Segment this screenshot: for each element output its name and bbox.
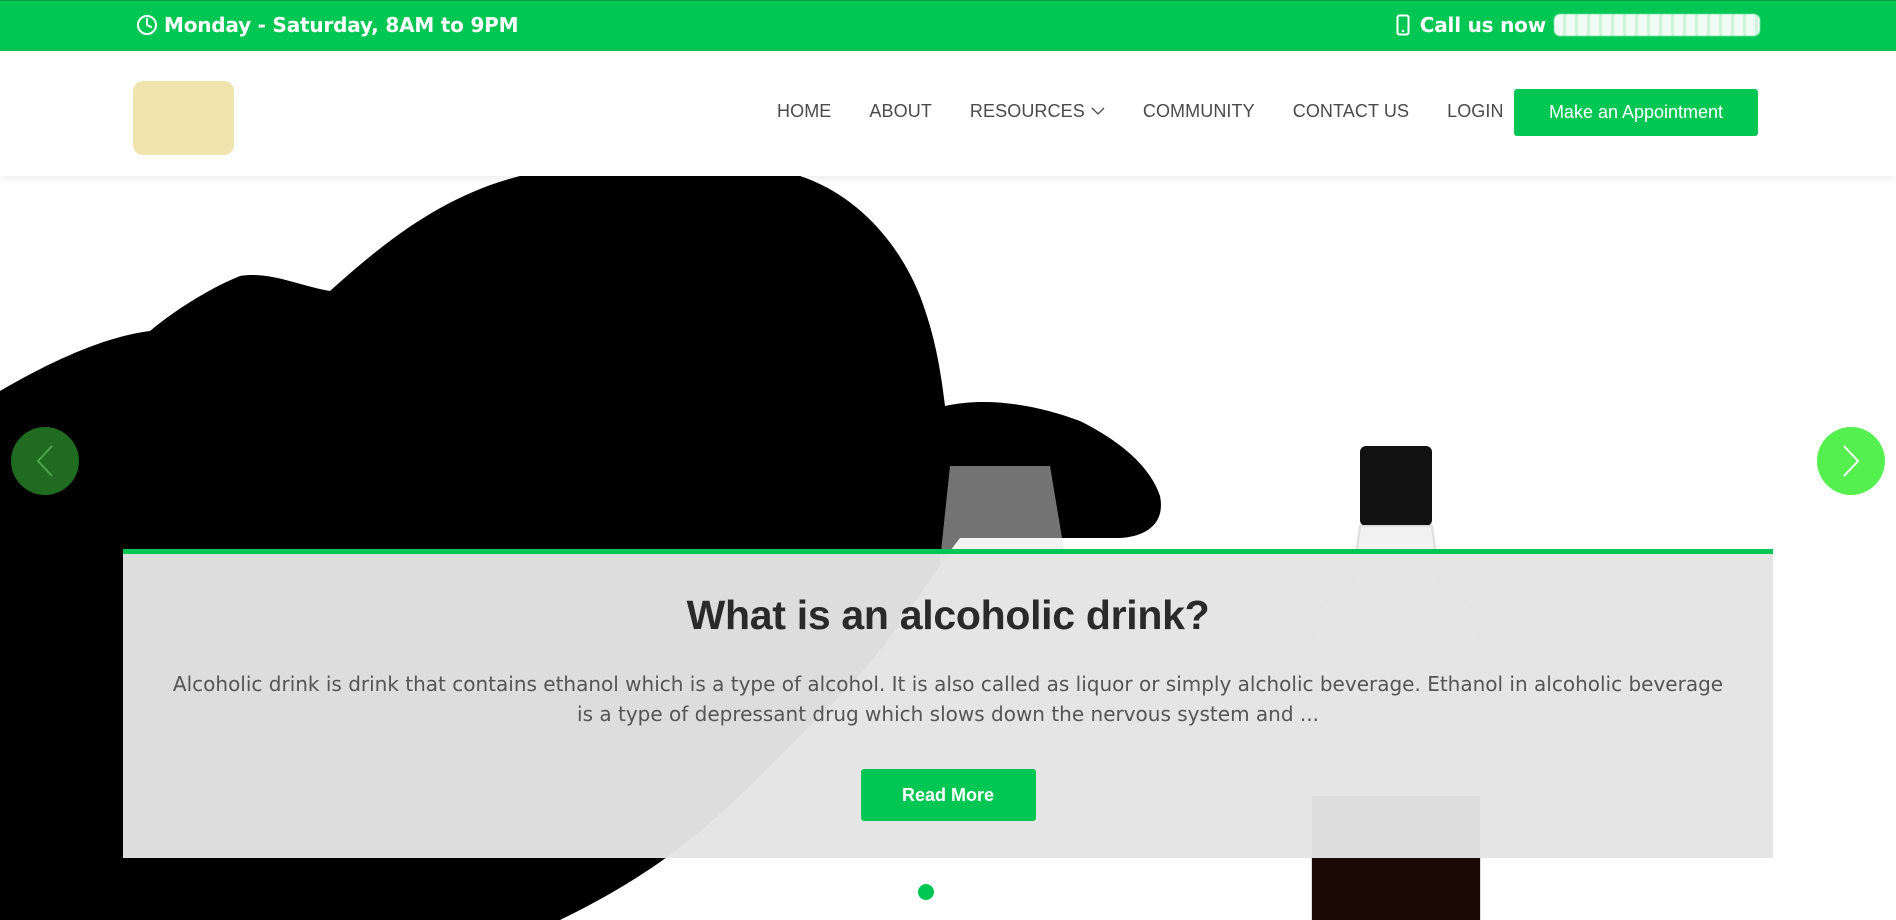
- slide-title: What is an alcoholic drink?: [686, 592, 1210, 638]
- nav-home[interactable]: HOME: [777, 101, 831, 122]
- nav-login[interactable]: LOGIN: [1447, 101, 1504, 122]
- slider-pagination-dot[interactable]: [918, 884, 934, 900]
- site-header: HOME ABOUT RESOURCES COMMUNITY CONTACT U…: [0, 51, 1896, 176]
- nav-contact-us[interactable]: CONTACT US: [1293, 101, 1409, 122]
- call-us: Call us now: [1396, 13, 1760, 37]
- business-hours-text: Monday - Saturday, 8AM to 9PM: [164, 13, 519, 37]
- site-logo[interactable]: [133, 81, 234, 155]
- chevron-right-icon: [1843, 445, 1860, 477]
- make-appointment-button[interactable]: Make an Appointment: [1514, 89, 1758, 136]
- chevron-down-icon: [1091, 107, 1105, 115]
- slider-next-button[interactable]: [1817, 427, 1885, 495]
- phone-number-redacted[interactable]: [1554, 14, 1760, 36]
- nav-resources[interactable]: RESOURCES: [970, 101, 1105, 122]
- top-info-bar: Monday - Saturday, 8AM to 9PM Call us no…: [0, 0, 1896, 51]
- main-navigation: HOME ABOUT RESOURCES COMMUNITY CONTACT U…: [777, 101, 1542, 122]
- nav-about[interactable]: ABOUT: [869, 101, 932, 122]
- slide-caption: What is an alcoholic drink? Alcoholic dr…: [123, 549, 1773, 858]
- hero-slider: What is an alcoholic drink? Alcoholic dr…: [0, 176, 1896, 920]
- read-more-button[interactable]: Read More: [860, 769, 1036, 821]
- chevron-left-icon: [36, 445, 53, 477]
- call-us-label: Call us now: [1419, 13, 1546, 37]
- clock-icon: [137, 15, 157, 35]
- mobile-phone-icon: [1396, 14, 1410, 36]
- nav-community[interactable]: COMMUNITY: [1143, 101, 1255, 122]
- slider-prev-button[interactable]: [11, 427, 79, 495]
- slide-description: Alcoholic drink is drink that contains e…: [172, 672, 1724, 726]
- business-hours: Monday - Saturday, 8AM to 9PM: [136, 13, 519, 37]
